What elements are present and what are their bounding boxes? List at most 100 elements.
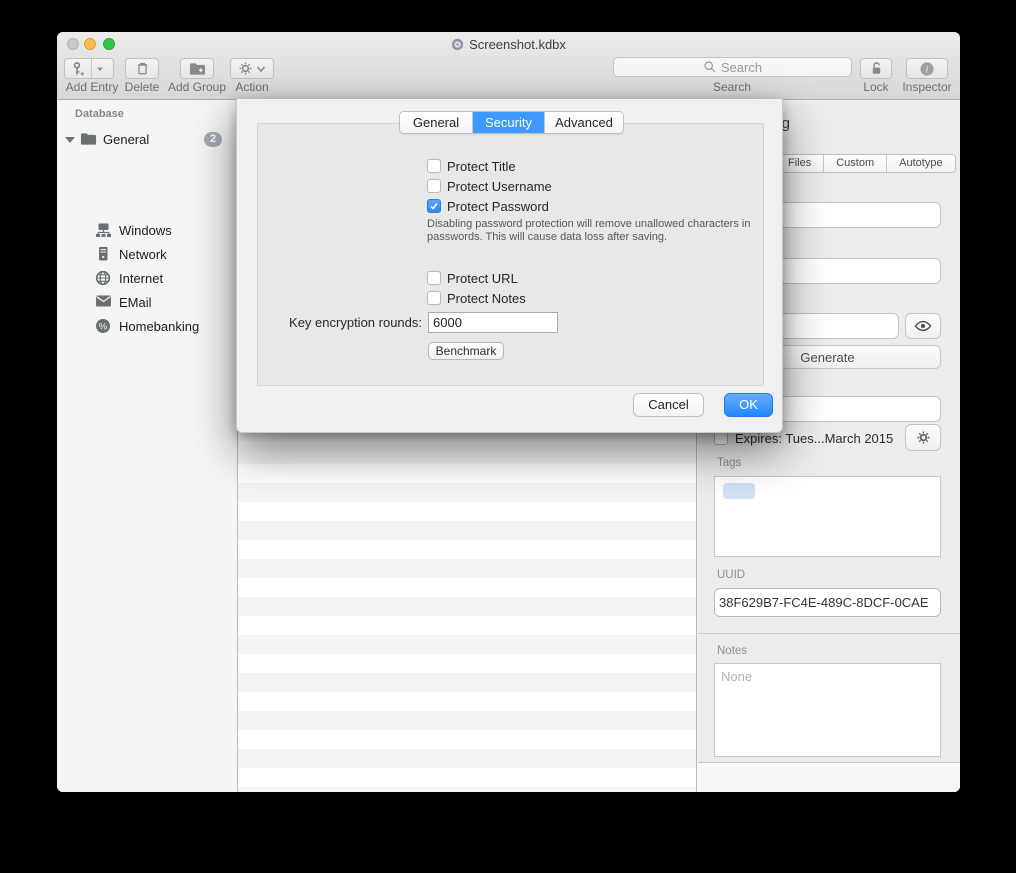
notes-box[interactable]: None [714, 663, 941, 757]
homebanking-group-icon: % [95, 318, 111, 334]
sidebar-header: Database [75, 108, 124, 120]
tab-custom[interactable]: Custom [823, 155, 886, 172]
sidebar: Database General 2 Windows [57, 101, 238, 792]
search-icon [703, 60, 717, 74]
trash-icon [135, 61, 150, 76]
info-icon: i [919, 61, 935, 77]
inspector-button[interactable]: i [906, 58, 948, 79]
search-placeholder: Search [721, 60, 762, 75]
protect-notes-row[interactable]: Protect Notes [427, 290, 526, 306]
uuid-field[interactable]: 38F629B7-FC4E-489C-8DCF-0CAE [714, 588, 941, 617]
sidebar-item-label: Homebanking [119, 319, 199, 334]
uuid-label: UUID [717, 569, 745, 581]
checkbox-label: Protect Title [447, 159, 516, 174]
search-label: Search [704, 80, 760, 94]
tags-box[interactable] [714, 476, 941, 557]
eye-icon [914, 319, 932, 333]
inspector-footer [698, 763, 960, 792]
ok-button[interactable]: OK [724, 393, 773, 417]
gear-icon [238, 61, 253, 76]
benchmark-button[interactable]: Benchmark [428, 342, 504, 360]
sidebar-item-label: General [103, 132, 149, 147]
count-badge: 2 [204, 132, 222, 147]
delete-button[interactable] [125, 58, 159, 79]
disclosure-triangle-icon[interactable] [65, 137, 75, 143]
sidebar-item-homebanking[interactable]: % Homebanking [57, 315, 237, 339]
dialog-tab-bar: General Security Advanced [399, 111, 624, 134]
checkbox-label: Protect Notes [447, 291, 526, 306]
sidebar-item-label: Internet [119, 271, 163, 286]
protect-password-checkbox[interactable] [427, 199, 441, 213]
email-group-icon [95, 294, 112, 308]
checkbox-label: Protect Username [447, 179, 552, 194]
sidebar-item-general[interactable]: General 2 [57, 129, 237, 151]
svg-text:i: i [926, 64, 929, 75]
protect-username-row[interactable]: Protect Username [427, 178, 552, 194]
action-button[interactable] [230, 58, 274, 79]
lock-open-icon [869, 61, 884, 76]
windows-group-icon [95, 222, 112, 238]
split-divider [91, 59, 92, 78]
action-label: Action [224, 80, 280, 94]
checkbox-label: Protect URL [447, 271, 518, 286]
sidebar-item-network[interactable]: Network [57, 243, 237, 267]
sidebar-item-email[interactable]: EMail [57, 291, 237, 315]
checkbox-label: Protect Password [447, 199, 549, 214]
tag-pill[interactable] [723, 483, 755, 499]
key-plus-icon [70, 61, 86, 77]
window-title: Screenshot.kdbx [57, 37, 960, 52]
protect-username-checkbox[interactable] [427, 179, 441, 193]
inspector-label: Inspector [899, 80, 955, 94]
expires-settings-button[interactable] [905, 424, 941, 451]
lock-label: Lock [848, 80, 904, 94]
svg-text:%: % [99, 322, 108, 333]
expires-label: Expires: Tues...March 2015 [735, 431, 893, 446]
add-entry-label: Add Entry [64, 80, 120, 94]
delete-label: Delete [114, 80, 170, 94]
expires-checkbox[interactable] [714, 431, 728, 445]
notes-label: Notes [717, 645, 747, 657]
sidebar-item-label: EMail [119, 295, 152, 310]
cancel-button[interactable]: Cancel [633, 393, 704, 417]
add-group-button[interactable] [180, 58, 214, 79]
sidebar-item-internet[interactable]: Internet [57, 267, 237, 291]
password-protection-warning: Disabling password protection will remov… [427, 218, 763, 244]
chevron-down-icon [256, 65, 266, 73]
protect-url-checkbox[interactable] [427, 271, 441, 285]
tab-files[interactable]: Files [776, 155, 823, 172]
database-settings-dialog: General Security Advanced Protect Title … [236, 99, 783, 433]
rounds-label: Key encryption rounds: [237, 315, 422, 330]
reveal-password-button[interactable] [905, 313, 941, 339]
tab-security[interactable]: Security [472, 112, 544, 133]
rounds-input[interactable] [428, 312, 558, 333]
tab-autotype[interactable]: Autotype [886, 155, 954, 172]
protect-url-row[interactable]: Protect URL [427, 270, 518, 286]
generate-label: Generate [800, 350, 854, 365]
tab-general[interactable]: General [400, 112, 472, 133]
tags-label: Tags [717, 457, 741, 469]
inspector-tab-bar: Files Custom Autotype [775, 154, 956, 173]
folder-icon [80, 132, 97, 146]
add-group-label: Add Group [165, 80, 229, 94]
gear-icon [916, 430, 931, 445]
tab-advanced[interactable]: Advanced [544, 112, 623, 133]
add-entry-button[interactable] [64, 58, 114, 79]
sidebar-item-label: Windows [119, 223, 172, 238]
check-icon [429, 201, 439, 211]
dropdown-arrow-icon[interactable] [94, 65, 106, 73]
internet-group-icon [95, 270, 111, 286]
notes-placeholder: None [721, 669, 752, 684]
folder-plus-icon [189, 62, 206, 76]
divider [698, 633, 960, 634]
sidebar-item-label: Network [119, 247, 167, 262]
lock-button[interactable] [860, 58, 892, 79]
screen: Screenshot.kdbx Add Entry Delete [0, 0, 1016, 873]
protect-title-row[interactable]: Protect Title [427, 158, 516, 174]
network-group-icon [95, 246, 111, 262]
sidebar-item-windows[interactable]: Windows [57, 219, 237, 243]
protect-title-checkbox[interactable] [427, 159, 441, 173]
app-icon [451, 38, 464, 51]
protect-notes-checkbox[interactable] [427, 291, 441, 305]
search-input[interactable]: Search [613, 57, 852, 77]
protect-password-row[interactable]: Protect Password [427, 198, 549, 214]
